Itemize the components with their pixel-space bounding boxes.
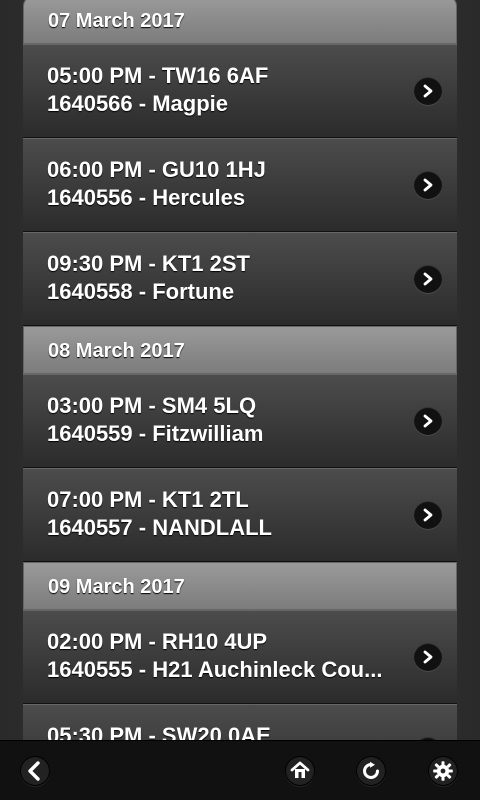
appointment-row[interactable]: 06:00 PM - GU10 1HJ 1640556 - Hercules xyxy=(23,138,457,232)
chevron-right-icon xyxy=(414,643,442,671)
appointment-id-name: 1640557 - NANDLALL xyxy=(47,515,272,540)
appointment-time-postcode: 06:00 PM - GU10 1HJ xyxy=(47,157,266,182)
appointment-time-postcode: 07:00 PM - KT1 2TL xyxy=(47,487,249,512)
appointment-row[interactable]: 02:00 PM - RH10 4UP 1640555 - H21 Auchin… xyxy=(23,610,457,704)
appointment-id-name: 1640559 - Fitzwilliam xyxy=(47,421,264,446)
home-button[interactable] xyxy=(285,756,315,786)
appointment-row[interactable]: 03:00 PM - SM4 5LQ 1640559 - Fitzwilliam xyxy=(23,374,457,468)
appointment-row[interactable]: 05:00 PM - TW16 6AF 1640566 - Magpie xyxy=(23,44,457,138)
refresh-button[interactable] xyxy=(356,756,386,786)
chevron-right-icon xyxy=(414,171,442,199)
appointment-id-name: 1640566 - Magpie xyxy=(47,91,228,116)
appointment-id-name: 1640556 - Hercules xyxy=(47,185,246,210)
appointment-id-name: 1640558 - Fortune xyxy=(47,279,235,304)
appointment-row[interactable]: 07:00 PM - KT1 2TL 1640557 - NANDLALL xyxy=(23,468,457,562)
chevron-right-icon xyxy=(414,265,442,293)
settings-icon xyxy=(433,761,453,781)
chevron-right-icon xyxy=(414,407,442,435)
back-button[interactable] xyxy=(20,756,50,786)
home-icon xyxy=(290,761,310,778)
settings-button[interactable] xyxy=(428,756,458,786)
back-icon xyxy=(28,761,40,781)
appointment-list: 07 March 2017 05:00 PM - TW16 6AF 164056… xyxy=(23,0,457,798)
appointment-time-postcode: 09:30 PM - KT1 2ST xyxy=(47,251,250,276)
date-divider: 08 March 2017 xyxy=(23,326,457,374)
refresh-icon xyxy=(363,761,379,779)
chevron-right-icon xyxy=(414,77,442,105)
appointment-time-postcode: 03:00 PM - SM4 5LQ xyxy=(47,393,257,418)
date-divider: 09 March 2017 xyxy=(23,562,457,610)
date-divider: 07 March 2017 xyxy=(23,0,457,44)
chevron-right-icon xyxy=(414,501,442,529)
appointment-time-postcode: 02:00 PM - RH10 4UP xyxy=(47,629,268,654)
appointment-row[interactable]: 09:30 PM - KT1 2ST 1640558 - Fortune xyxy=(23,232,457,326)
appointment-id-name: 1640555 - H21 Auchinleck Cou... xyxy=(47,657,383,682)
bottom-toolbar xyxy=(0,740,480,800)
appointment-time-postcode: 05:00 PM - TW16 6AF xyxy=(47,63,269,88)
